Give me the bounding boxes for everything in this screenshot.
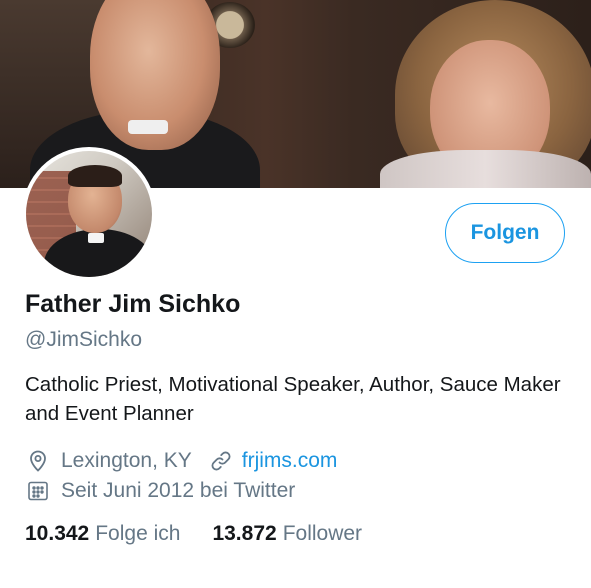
avatar-photo xyxy=(26,151,152,277)
banner-clerical-collar xyxy=(128,120,168,134)
profile-meta-location-url: Lexington, KY frjims.com xyxy=(25,448,337,474)
profile-stats: 10.342 Folge ich 13.872 Follower xyxy=(25,522,362,546)
following-stat-link[interactable]: 10.342 Folge ich xyxy=(25,522,180,546)
calendar-icon xyxy=(25,478,51,504)
map-pin-icon xyxy=(25,448,51,474)
profile-location: Lexington, KY xyxy=(61,449,192,472)
link-icon xyxy=(208,448,234,474)
avatar-clerical-collar xyxy=(88,233,104,243)
following-count: 10.342 xyxy=(25,522,90,545)
profile-handle: @JimSichko xyxy=(25,328,143,351)
followers-label: Follower xyxy=(282,522,363,545)
profile-avatar[interactable] xyxy=(22,147,156,281)
profile-meta-joined: Seit Juni 2012 bei Twitter xyxy=(25,478,295,504)
banner-person-right-clothing xyxy=(380,150,591,188)
profile-joined-date: Seit Juni 2012 bei Twitter xyxy=(61,479,296,502)
profile-display-name: Father Jim Sichko xyxy=(25,290,241,318)
following-label: Folge ich xyxy=(95,522,181,545)
avatar-person-hair xyxy=(68,165,122,187)
profile-website-link[interactable]: frjims.com xyxy=(242,449,338,473)
followers-stat-link[interactable]: 13.872 Follower xyxy=(212,522,362,546)
profile-bio: Catholic Priest, Motivational Speaker, A… xyxy=(25,373,561,425)
followers-count: 13.872 xyxy=(212,522,277,545)
follow-button[interactable]: Folgen xyxy=(445,203,565,263)
